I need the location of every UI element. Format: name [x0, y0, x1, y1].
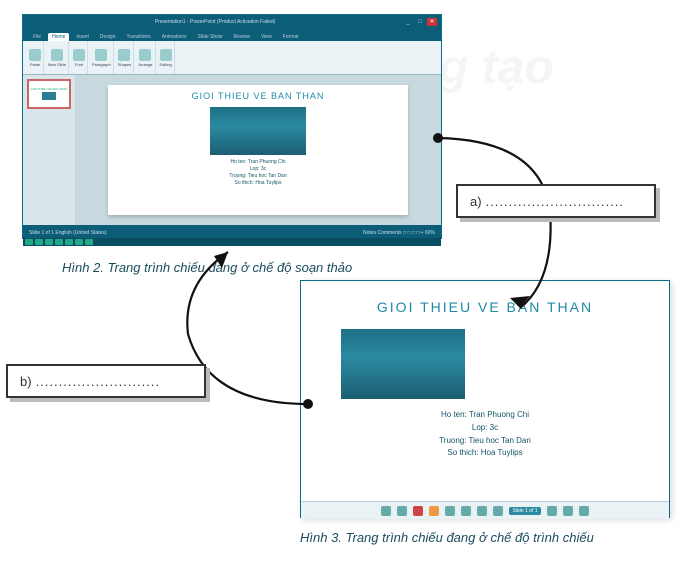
tab-view[interactable]: View: [257, 33, 276, 41]
tab-file[interactable]: File: [29, 33, 45, 41]
editing-label: Editing: [160, 62, 172, 67]
tab-slideshow[interactable]: Slide Show: [194, 33, 227, 41]
subtitles-icon[interactable]: [547, 506, 557, 516]
end-show-icon[interactable]: [579, 506, 589, 516]
slide-class-line: Lop: 3c: [229, 166, 286, 173]
tab-animations[interactable]: Animations: [158, 33, 191, 41]
slideshow-class-line: Lop: 3c: [439, 422, 531, 435]
pen-tool-icon[interactable]: [413, 506, 423, 516]
start-button-icon[interactable]: [25, 239, 33, 245]
new-slide-icon[interactable]: [51, 49, 63, 61]
slide-title: GIOI THIEU VE BAN THAN: [192, 91, 325, 101]
powerpoint-edit-window: Presentation1 - PowerPoint (Product Acti…: [22, 14, 442, 239]
ribbon-group-clipboard: Paste: [27, 41, 44, 74]
font-label: Font: [75, 62, 83, 67]
editing-icon[interactable]: [160, 49, 172, 61]
tab-home[interactable]: Home: [48, 33, 69, 41]
taskbar-app-icon[interactable]: [65, 239, 73, 245]
ribbon-group-slides: New Slide: [46, 41, 69, 74]
slide-thumbnail-1[interactable]: GIOI THIEU VE BAN THAN: [27, 79, 71, 109]
prev-slide-icon[interactable]: [381, 506, 391, 516]
answer-b-label: b): [20, 374, 32, 389]
ribbon-group-editing: Editing: [158, 41, 175, 74]
slide-school-line: Truong: Tieu hoc Tan Dan: [229, 173, 286, 180]
shapes-icon[interactable]: [118, 49, 130, 61]
tab-format[interactable]: Format: [279, 33, 303, 41]
laser-pointer-icon[interactable]: [461, 506, 471, 516]
slide-in-edit-mode[interactable]: GIOI THIEU VE BAN THAN Ho ten: Tran Phuo…: [108, 85, 408, 215]
answer-box-b[interactable]: b) ...........................: [6, 364, 206, 398]
slide-hobby-line: So thich: Hoa Tuylips: [229, 180, 286, 187]
see-all-slides-icon[interactable]: [477, 506, 487, 516]
taskbar-app-icon[interactable]: [35, 239, 43, 245]
slideshow-title: GIOI THIEU VE BAN THAN: [377, 299, 593, 315]
slide-counter-tag: Slide 1 of 1: [509, 507, 540, 515]
window-maximize-button[interactable]: □: [415, 18, 425, 26]
windows-taskbar: [23, 238, 441, 246]
menu-icon[interactable]: [563, 506, 573, 516]
ribbon-group-paragraph: Paragraph: [90, 41, 114, 74]
paragraph-icon[interactable]: [95, 49, 107, 61]
slideshow-slide: GIOI THIEU VE BAN THAN Ho ten: Tran Phuo…: [301, 281, 669, 501]
answer-box-a[interactable]: a) ..............................: [456, 184, 656, 218]
slide-thumbnails-panel: GIOI THIEU VE BAN THAN: [23, 75, 75, 225]
slide-name-line: Ho ten: Tran Phuong Chi: [229, 159, 286, 166]
taskbar-app-icon[interactable]: [55, 239, 63, 245]
answer-a-blank: ..............................: [486, 194, 624, 209]
next-slide-icon[interactable]: [397, 506, 407, 516]
new-slide-label: New Slide: [48, 62, 66, 67]
thumb-image: [42, 92, 56, 100]
ribbon-tabs: File Home Insert Design Transitions Anim…: [23, 29, 441, 41]
ribbon-group-drawing: Shapes: [116, 41, 135, 74]
slideshow-info-block: Ho ten: Tran Phuong Chi Lop: 3c Truong: …: [439, 409, 531, 460]
ribbon-group-arrange: Arrange: [136, 41, 155, 74]
tab-design[interactable]: Design: [96, 33, 120, 41]
paragraph-label: Paragraph: [92, 62, 111, 67]
titlebar-title: Presentation1 - PowerPoint (Product Acti…: [27, 19, 403, 25]
arrange-icon[interactable]: [139, 49, 151, 61]
paste-label: Paste: [30, 62, 40, 67]
answer-b-blank: ...........................: [36, 374, 161, 389]
ribbon-group-font: Font: [71, 41, 88, 74]
taskbar-app-icon[interactable]: [75, 239, 83, 245]
window-close-button[interactable]: ✕: [427, 18, 437, 26]
slideshow-school-line: Truong: Tieu hoc Tan Dan: [439, 435, 531, 448]
status-left: Slide 1 of 1 English (United States): [29, 230, 107, 236]
ribbon: Paste New Slide Font Paragraph Shapes Ar…: [23, 41, 441, 75]
eraser-tool-icon[interactable]: [445, 506, 455, 516]
status-right: Notes Comments □ □ □ □ + 60%: [363, 230, 435, 236]
slide-image-tulips: [210, 107, 306, 155]
editor-body: GIOI THIEU VE BAN THAN GIOI THIEU VE BAN…: [23, 75, 441, 225]
window-titlebar: Presentation1 - PowerPoint (Product Acti…: [23, 15, 441, 29]
tab-review[interactable]: Review: [230, 33, 254, 41]
font-icon[interactable]: [73, 49, 85, 61]
slideshow-image-tulips: [341, 329, 465, 399]
powerpoint-slideshow-window: GIOI THIEU VE BAN THAN Ho ten: Tran Phuo…: [300, 280, 670, 518]
slideshow-name-line: Ho ten: Tran Phuong Chi: [439, 409, 531, 422]
answer-a-label: a): [470, 194, 482, 209]
highlighter-tool-icon[interactable]: [429, 506, 439, 516]
paste-icon[interactable]: [29, 49, 41, 61]
window-minimize-button[interactable]: _: [403, 18, 413, 26]
tab-transitions[interactable]: Transitions: [123, 33, 155, 41]
shapes-label: Shapes: [118, 62, 132, 67]
thumb-title: GIOI THIEU VE BAN THAN: [31, 87, 68, 91]
taskbar-app-icon[interactable]: [45, 239, 53, 245]
tab-insert[interactable]: Insert: [72, 33, 93, 41]
figure2-caption: Hình 2. Trang trình chiếu đang ở chế độ …: [62, 260, 352, 275]
slide-info-block: Ho ten: Tran Phuong Chi Lop: 3c Truong: …: [229, 159, 286, 187]
taskbar-app-icon[interactable]: [85, 239, 93, 245]
zoom-icon[interactable]: [493, 506, 503, 516]
slide-canvas: GIOI THIEU VE BAN THAN Ho ten: Tran Phuo…: [75, 75, 441, 225]
arrange-label: Arrange: [138, 62, 152, 67]
slideshow-hobby-line: So thich: Hoa Tuylips: [439, 447, 531, 460]
figure3-caption: Hình 3. Trang trình chiếu đang ở chế độ …: [300, 530, 594, 545]
presenter-toolbar: Slide 1 of 1: [301, 501, 669, 519]
